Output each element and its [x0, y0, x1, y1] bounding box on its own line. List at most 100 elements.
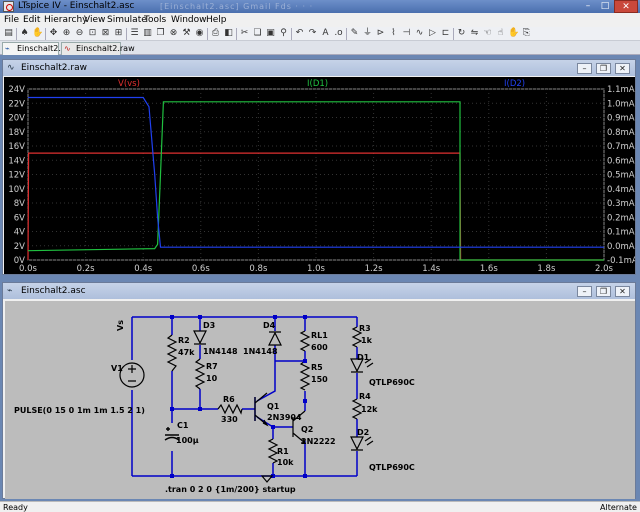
tile-horizontal-icon[interactable]: ☰ — [129, 28, 140, 39]
y-left-tick-label: 22V — [8, 99, 25, 109]
child-close-icon[interactable]: ✕ — [615, 286, 630, 297]
print-preview-icon[interactable]: ◧ — [223, 28, 234, 39]
voltage-source-v1-icon — [119, 362, 145, 388]
run-icon[interactable]: ♠ — [19, 28, 30, 39]
schematic-window-caption[interactable]: ⌁ Einschalt2.asc – ❐ ✕ — [3, 283, 635, 299]
print-icon[interactable]: ⎙ — [210, 28, 221, 39]
schematic-icon: ⌁ — [5, 44, 10, 53]
maximize-icon[interactable]: □ — [597, 0, 613, 13]
delete-icon[interactable]: ✋ — [508, 28, 519, 39]
y-left-tick-label: 8V — [14, 199, 25, 209]
waveform-chart[interactable]: 24V22V20V18V16V14V12V10V8V6V4V2V0V1.1mA1… — [4, 77, 638, 274]
child-minimize-icon[interactable]: – — [577, 63, 592, 74]
label-r4-value: 12k — [361, 405, 378, 414]
capacitor-icon[interactable]: ⊣ — [401, 28, 412, 39]
waveform-plot[interactable]: 24V 22V 20V 18V 16V 14V 12V 10V 8V 6V 4V 2V 0V 1.1mA 1… — [4, 77, 638, 274]
waveform-window-caption[interactable]: ∿ Einschalt2.raw – ❐ ✕ — [3, 60, 635, 76]
diode-icon[interactable]: ▷ — [427, 28, 438, 39]
x-tick-label: 1.0s — [307, 264, 326, 274]
copy-icon[interactable]: ❏ — [252, 28, 263, 39]
minimize-icon[interactable]: – — [580, 0, 596, 13]
y-right-tick-label: 0.1mA — [607, 228, 635, 238]
find-icon[interactable]: ⚲ — [278, 28, 289, 39]
ground-icon[interactable]: ⏚ — [362, 28, 373, 39]
junction-dot — [303, 359, 307, 363]
trace-label: V(vs) — [118, 79, 140, 89]
zoom-fit-icon[interactable]: ⊡ — [87, 28, 98, 39]
close-icon[interactable]: ✕ — [614, 0, 638, 13]
menu-file[interactable]: File — [4, 13, 19, 27]
y-left-tick-label: 18V — [8, 128, 25, 138]
junction-dot — [273, 315, 277, 319]
label-icon[interactable]: ⊳ — [375, 28, 386, 39]
y-right-tick-label: 0.8mA — [607, 128, 635, 138]
label-q1-value: 2N3904 — [267, 413, 302, 422]
label-r7-value: 10 — [206, 374, 218, 383]
close-all-icon[interactable]: ⊗ — [168, 28, 179, 39]
pan-icon[interactable]: ✥ — [48, 28, 59, 39]
control-panel-icon[interactable]: ⚒ — [181, 28, 192, 39]
tab-einschalt2-asc[interactable]: ⌁ Einschalt2.asc — [2, 42, 74, 55]
junction-dot — [170, 407, 174, 411]
label-d1-value: QTLP690C — [369, 378, 415, 387]
spice-directive-icon[interactable]: .o — [333, 28, 344, 39]
drag-icon[interactable]: ☜ — [482, 28, 493, 39]
trace-id2 — [28, 96, 604, 248]
label-d4: D4 — [263, 321, 276, 330]
x-tick-label: 0.2s — [77, 264, 96, 274]
menu-edit[interactable]: Edit — [23, 13, 40, 27]
tab-einschalt2-raw[interactable]: ∿ Einschalt2.raw — [61, 42, 135, 55]
cascade-icon[interactable]: ❐ — [155, 28, 166, 39]
circuit-diagram[interactable]: Vs V1 PULSE(0 15 0 1m 1m 1.5 2 1) R2 47k… — [5, 301, 635, 499]
menu-hierarchy[interactable]: Hierarchy — [44, 13, 88, 27]
undo-icon[interactable]: ↶ — [294, 28, 305, 39]
trace-label: I(D1) — [307, 79, 328, 89]
x-tick-label: 1.4s — [422, 264, 441, 274]
menu-simulate[interactable]: Simulate — [107, 13, 147, 27]
child-restore-icon[interactable]: ❐ — [596, 286, 611, 297]
menu-tools[interactable]: Tools — [144, 13, 166, 27]
y-right-tick-label: 1.0mA — [607, 99, 635, 109]
label-d1: D1 — [357, 353, 370, 362]
zoom-out-icon[interactable]: ⊖ — [74, 28, 85, 39]
rotate-icon[interactable]: ↻ — [456, 28, 467, 39]
resistor-icon[interactable]: ⌇ — [388, 28, 399, 39]
label-c1: C1 — [177, 421, 189, 430]
duplicate-icon[interactable]: ⎘ — [521, 28, 532, 39]
child-restore-icon[interactable]: ❐ — [596, 63, 611, 74]
schematic-window[interactable]: ⌁ Einschalt2.asc – ❐ ✕ Vs V1 PULSE(0 15 … — [2, 282, 636, 499]
component-icon[interactable]: ⊏ — [440, 28, 451, 39]
junction-dot — [170, 474, 174, 478]
paste-icon[interactable]: ▣ — [265, 28, 276, 39]
wire-icon[interactable]: ✎ — [349, 28, 360, 39]
pick-visible-traces-icon[interactable]: ◉ — [194, 28, 205, 39]
label-r1-value: 10k — [277, 458, 294, 467]
waveform-window[interactable]: ∿ Einschalt2.raw – ❐ ✕ 24V 22V 20V 18V 16V 14… — [2, 59, 638, 275]
halt-icon[interactable]: ✋ — [32, 28, 43, 39]
inductor-icon[interactable]: ∿ — [414, 28, 425, 39]
cut-icon[interactable]: ✂ — [239, 28, 250, 39]
tile-vertical-icon[interactable]: ▥ — [142, 28, 153, 39]
label-d3-value: 1N4148 — [203, 347, 238, 356]
zoom-in-icon[interactable]: ⊕ — [61, 28, 72, 39]
schematic-canvas[interactable]: Vs V1 PULSE(0 15 0 1m 1m 1.5 2 1) R2 47k… — [5, 301, 635, 499]
open-icon[interactable]: ▤ — [3, 28, 14, 39]
move-icon[interactable]: ☝ — [495, 28, 506, 39]
spice-directive-tran[interactable]: .tran 0 2 0 {1m/200} startup — [165, 485, 296, 494]
menu-view[interactable]: View — [84, 13, 105, 27]
autorange-icon[interactable]: ⊞ — [113, 28, 124, 39]
menu-window[interactable]: Window — [171, 13, 207, 27]
redo-icon[interactable]: ↷ — [307, 28, 318, 39]
ltspice-app-icon — [3, 1, 14, 12]
text-icon[interactable]: A — [320, 28, 331, 39]
junction-dot — [271, 425, 275, 429]
window-title: LTspice IV - Einschalt2.asc — [18, 1, 135, 11]
menu-help[interactable]: Help — [206, 13, 227, 27]
zoom-full-icon[interactable]: ⊠ — [100, 28, 111, 39]
junction-dot — [303, 315, 307, 319]
child-minimize-icon[interactable]: – — [577, 286, 592, 297]
child-close-icon[interactable]: ✕ — [615, 63, 630, 74]
y-left-tick-label: 2V — [14, 242, 25, 252]
mirror-icon[interactable]: ⇋ — [469, 28, 480, 39]
label-r7: R7 — [206, 362, 218, 371]
